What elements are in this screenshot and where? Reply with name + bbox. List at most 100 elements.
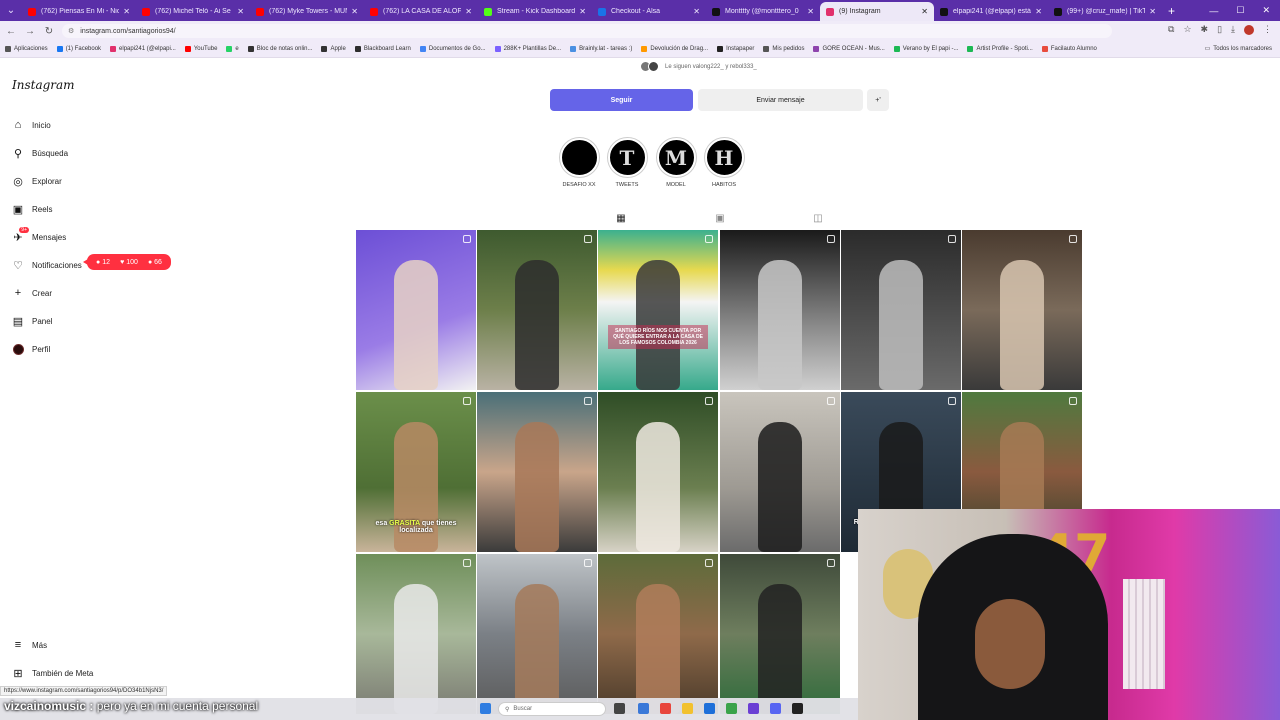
bookmark-item[interactable]: Aplicaciones (5, 46, 48, 52)
task-view-icon[interactable] (614, 703, 625, 714)
tab-close-icon[interactable]: ✕ (693, 7, 700, 16)
bookmark-item[interactable]: elpapi241 (@elpapi... (110, 46, 176, 52)
bookmark-item[interactable]: Instapaper (717, 46, 754, 52)
sidebar-item-reels[interactable]: ▣ Reels (12, 202, 53, 216)
sidebar-item-more[interactable]: ≡ Más (12, 638, 47, 652)
browser-tab[interactable]: (762) Michel Teló - Ai Se Eu Te ✕ (136, 2, 250, 21)
reload-icon[interactable]: ↻ (41, 26, 57, 37)
bookmark-star-icon[interactable]: ☆ (1183, 24, 1191, 35)
profile-avatar[interactable] (1244, 24, 1254, 35)
bookmark-item[interactable]: Artist Profile - Spoti... (967, 46, 1033, 52)
sidebar-item-búsqueda[interactable]: ⚲ Búsqueda (12, 146, 68, 160)
chrome-icon[interactable] (660, 703, 671, 714)
sidebar-item-notificaciones[interactable]: ♡ Notificaciones (12, 258, 82, 272)
bookmark-item[interactable]: YouTube (184, 46, 217, 52)
tab-posts[interactable]: ▦ (611, 210, 631, 226)
post-thumbnail[interactable] (598, 392, 718, 552)
post-thumbnail[interactable] (962, 230, 1082, 390)
new-tab-button[interactable]: + (1168, 4, 1175, 18)
browser-tab[interactable]: Montttty (@montttero_0 ✕ (706, 2, 820, 21)
bookmark-item[interactable]: Verano by El papi -... (893, 46, 958, 52)
discord-icon[interactable] (770, 703, 781, 714)
sidebar-item-mensajes[interactable]: ✈ 9+ Mensajes (12, 227, 66, 244)
bookmark-item[interactable]: Bloc de notas onlin... (247, 46, 312, 52)
minimize-icon[interactable]: — (1209, 6, 1218, 16)
post-thumbnail[interactable] (720, 392, 840, 552)
browser-tab[interactable]: (762) LA CASA DE ALOFOKE 2✕ (364, 2, 478, 21)
bookmark-item[interactable]: Blackboard Learn (354, 46, 411, 52)
story-highlight[interactable]: H HABITOS (699, 138, 749, 188)
story-highlight[interactable]: DESAFIO XX (554, 138, 604, 188)
browser-tab[interactable]: Checkout - Alsa ✕ (592, 2, 706, 21)
bookmark-item[interactable]: 288K+ Plantillas De... (494, 46, 561, 52)
browser-tab[interactable]: Stream - Kick Dashboard ✕ (478, 2, 592, 21)
sidebar-item-perfil[interactable]: Perfil (12, 342, 50, 356)
tab-close-icon[interactable]: ✕ (123, 7, 130, 16)
obs-icon[interactable] (748, 703, 759, 714)
tab-close-icon[interactable]: ✕ (807, 7, 814, 16)
bookmark-item[interactable]: Facilauto Alumno (1041, 46, 1097, 52)
sidebar-item-explorar[interactable]: ◎ Explorar (12, 174, 62, 188)
app-icon[interactable] (726, 703, 737, 714)
send-message-button[interactable]: Enviar mensaje (698, 89, 863, 111)
tab-reels[interactable]: ▣ (710, 210, 730, 226)
tab-tagged[interactable]: ◫ (808, 210, 828, 226)
forward-icon[interactable]: → (22, 26, 38, 37)
tab-close-icon[interactable]: ✕ (351, 7, 358, 16)
edge-icon[interactable] (638, 703, 649, 714)
store-icon[interactable] (704, 703, 715, 714)
bookmark-item[interactable]: Apple (321, 46, 346, 52)
post-thumbnail[interactable]: SANTIAGO RÍOS NOS CUENTA POR QUÉ QUIERE … (598, 230, 718, 390)
post-thumbnail[interactable] (598, 554, 718, 714)
instagram-logo[interactable]: Instagram (12, 78, 75, 92)
post-thumbnail[interactable] (720, 230, 840, 390)
tab-close-icon[interactable]: ✕ (465, 7, 472, 16)
post-thumbnail[interactable] (356, 554, 476, 714)
bookmark-item[interactable]: e (226, 46, 239, 52)
maximize-icon[interactable]: ☐ (1236, 5, 1244, 16)
bookmark-item[interactable]: Brainly.lat - tareas :) (570, 46, 632, 52)
close-window-icon[interactable]: ✕ (1262, 5, 1270, 16)
post-thumbnail[interactable] (477, 554, 597, 714)
all-bookmarks-button[interactable]: ▭ Todos los marcadores (1205, 45, 1272, 53)
sidebar-item-crear[interactable]: + Crear (12, 286, 52, 300)
post-thumbnail[interactable] (720, 554, 840, 714)
sidebar-item-panel[interactable]: ▤ Panel (12, 314, 53, 328)
post-thumbnail[interactable] (477, 230, 597, 390)
extensions-icon[interactable]: ✱ (1201, 24, 1209, 35)
sidepanel-icon[interactable]: ▯ (1217, 24, 1222, 35)
suggested-users-button[interactable]: +' (867, 89, 889, 111)
tab-close-icon[interactable]: ✕ (1035, 7, 1042, 16)
browser-tab[interactable]: (762) Myke Towers - MUNDO ✕ (250, 2, 364, 21)
tab-close-icon[interactable]: ✕ (1149, 7, 1156, 16)
explorer-icon[interactable] (682, 703, 693, 714)
tab-search-icon[interactable]: ⌄ (0, 0, 22, 21)
sidebar-item-inicio[interactable]: ⌂ Inicio (12, 118, 51, 132)
post-thumbnail[interactable]: esa GRASITA que tienes localizada (356, 392, 476, 552)
sidebar-item-meta[interactable]: ⊞ También de Meta (12, 666, 93, 680)
followed-by[interactable]: Le siguen valong222_ y rebol333_ (640, 61, 757, 72)
follow-button[interactable]: Seguir (550, 89, 693, 111)
start-icon[interactable] (480, 703, 491, 714)
post-thumbnail[interactable] (841, 230, 961, 390)
post-thumbnail[interactable] (356, 230, 476, 390)
tab-close-icon[interactable]: ✕ (579, 7, 586, 16)
site-info-icon[interactable]: ⚙ (68, 27, 74, 35)
browser-tab[interactable]: (9) Instagram ✕ (820, 2, 934, 21)
post-thumbnail[interactable] (477, 392, 597, 552)
url-field[interactable]: ⚙ instagram.com/santiagorios94/ (62, 24, 1112, 38)
media-icon[interactable] (792, 703, 803, 714)
story-highlight[interactable]: M MODEL (651, 138, 701, 188)
taskbar-search[interactable]: ⚲ Buscar (498, 702, 606, 716)
menu-icon[interactable]: ⋮ (1263, 24, 1272, 35)
bookmark-item[interactable]: Devolución de Drag... (641, 46, 708, 52)
download-icon[interactable]: ⤓ (1231, 24, 1235, 35)
install-icon[interactable]: ⧉ (1168, 24, 1174, 35)
bookmark-item[interactable]: Mis pedidos (763, 46, 804, 52)
notifications-popup[interactable]: ● 12 ♥ 100 ● 66 (83, 254, 171, 270)
bookmark-item[interactable]: Documentos de Go... (419, 46, 486, 52)
back-icon[interactable]: ← (3, 26, 19, 37)
tab-close-icon[interactable]: ✕ (921, 7, 928, 16)
browser-tab[interactable]: (762) Piensas En Mi - Nicky Ja✕ (22, 2, 136, 21)
bookmark-item[interactable]: GORE OCEAN - Mus... (813, 46, 885, 52)
